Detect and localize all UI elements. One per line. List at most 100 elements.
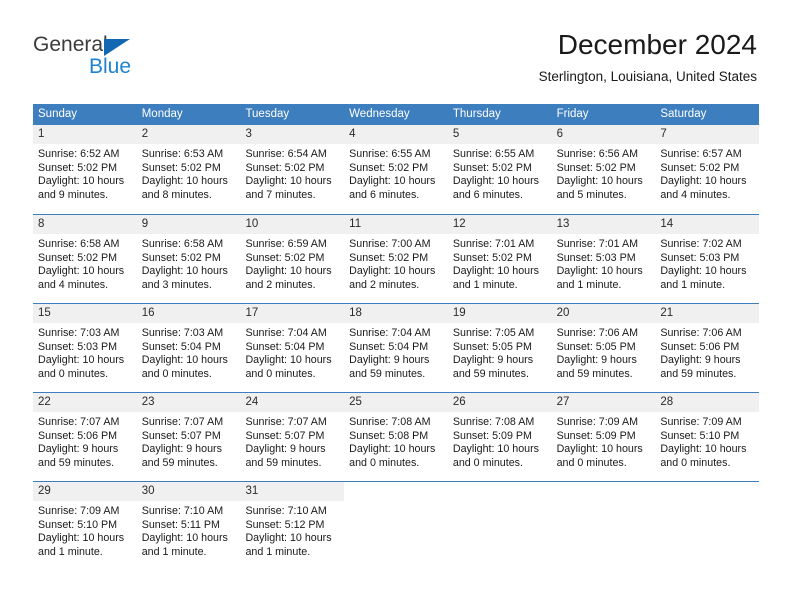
day-details: Sunrise: 7:06 AM Sunset: 5:06 PM Daylight:… <box>655 323 759 381</box>
calendar-day-cell[interactable]: 2 Sunrise: 6:53 AM Sunset: 5:02 PM Daylight… <box>136 125 241 214</box>
calendar-day-cell[interactable]: 27 Sunrise: 7:09 AM Sunset: 5:09 PM Dayligh… <box>551 393 656 481</box>
day-detail-line: Sunrise: 7:04 AM <box>245 327 327 339</box>
day-detail-line: and 59 minutes. <box>349 367 426 380</box>
day-detail-line: and 7 minutes. <box>245 188 316 201</box>
day-number: 27 <box>551 393 656 412</box>
weekday-header-friday: Friday <box>556 108 589 120</box>
day-details: Sunrise: 7:04 AM Sunset: 5:04 PM Daylight:… <box>240 323 344 381</box>
general-blue-logo[interactable]: General Blue <box>33 34 213 84</box>
weekday-header-thursday: Thursday <box>452 108 501 120</box>
calendar-day-cell[interactable]: 30 Sunrise: 7:10 AM Sunset: 5:11 PM Dayligh… <box>136 482 241 570</box>
calendar-week-row: 29 Sunrise: 7:09 AM Sunset: 5:10 PM Dayligh… <box>33 481 760 570</box>
day-detail-line: Sunset: 5:04 PM <box>245 340 325 353</box>
calendar-day-cell[interactable]: 28 Sunrise: 7:09 AM Sunset: 5:10 PM Dayligh… <box>655 393 760 481</box>
day-number: 23 <box>136 393 241 412</box>
day-detail-line: Sunrise: 7:06 AM <box>660 327 742 339</box>
day-detail-line: Sunset: 5:02 PM <box>245 251 325 264</box>
calendar-day-cell[interactable]: 13 Sunrise: 7:01 AM Sunset: 5:03 PM Dayligh… <box>551 215 656 303</box>
calendar-day-cell[interactable]: 6 Sunrise: 6:56 AM Sunset: 5:02 PM Daylight… <box>551 125 656 214</box>
day-detail-line: Sunrise: 7:09 AM <box>556 416 638 428</box>
calendar-day-cell[interactable]: 29 Sunrise: 7:09 AM Sunset: 5:10 PM Dayligh… <box>33 482 137 570</box>
day-detail-line: and 8 minutes. <box>141 188 212 201</box>
calendar-day-cell[interactable]: 26 Sunrise: 7:08 AM Sunset: 5:09 PM Dayligh… <box>447 393 552 481</box>
day-number: 12 <box>447 215 552 234</box>
day-detail-line: Daylight: 10 hours <box>556 443 643 456</box>
day-details: Sunrise: 7:10 AM Sunset: 5:11 PM Daylight:… <box>137 501 241 559</box>
day-detail-line: Sunset: 5:12 PM <box>245 518 325 531</box>
day-detail-line: Daylight: 9 hours <box>452 354 534 367</box>
day-detail-line: Sunset: 5:07 PM <box>141 429 221 442</box>
calendar-day-cell[interactable]: 19 Sunrise: 7:05 AM Sunset: 5:05 PM Dayligh… <box>447 304 552 392</box>
calendar-week-row: 8 Sunrise: 6:58 AM Sunset: 5:02 PM Daylight… <box>33 214 760 303</box>
calendar-day-cell[interactable]: 9 Sunrise: 6:58 AM Sunset: 5:02 PM Daylight… <box>136 215 241 303</box>
calendar-day-cell[interactable]: 11 Sunrise: 7:00 AM Sunset: 5:02 PM Dayligh… <box>344 215 448 303</box>
day-detail-line: Sunrise: 6:58 AM <box>141 238 224 250</box>
calendar-day-cell[interactable]: 31 Sunrise: 7:10 AM Sunset: 5:12 PM Dayligh… <box>240 482 345 570</box>
day-number: 2 <box>136 125 241 144</box>
calendar-day-cell[interactable]: 8 Sunrise: 6:58 AM Sunset: 5:02 PM Daylight… <box>33 215 137 303</box>
calendar-day-cell[interactable]: 7 Sunrise: 6:57 AM Sunset: 5:02 PM Daylight… <box>655 125 760 214</box>
calendar-page: General Blue December 2024 Sterlington, … <box>0 0 792 612</box>
page-header: General Blue December 2024 Sterlington, … <box>0 0 792 104</box>
day-detail-line: Sunset: 5:02 PM <box>141 161 221 174</box>
day-detail-line: Sunrise: 7:00 AM <box>349 238 431 250</box>
weekday-header-tuesday: Tuesday <box>245 108 290 120</box>
calendar-day-cell[interactable]: 16 Sunrise: 7:03 AM Sunset: 5:04 PM Dayligh… <box>136 304 241 392</box>
day-detail-line: Daylight: 10 hours <box>349 175 436 188</box>
day-detail-line: Sunset: 5:04 PM <box>141 340 221 353</box>
calendar-day-cell[interactable]: 21 Sunrise: 7:06 AM Sunset: 5:06 PM Dayligh… <box>655 304 760 392</box>
day-detail-line: Sunset: 5:05 PM <box>452 340 532 353</box>
calendar-day-cell-empty <box>447 482 552 570</box>
day-detail-line: Daylight: 9 hours <box>660 354 741 367</box>
day-details: Sunrise: 6:57 AM Sunset: 5:02 PM Daylight:… <box>655 144 759 202</box>
day-details: Sunrise: 7:01 AM Sunset: 5:02 PM Daylight:… <box>448 234 552 292</box>
day-number: 13 <box>551 215 656 234</box>
day-detail-line: Daylight: 10 hours <box>452 265 540 278</box>
calendar-day-cell[interactable]: 10 Sunrise: 6:59 AM Sunset: 5:02 PM Dayligh… <box>240 215 345 303</box>
day-number: 19 <box>447 304 552 323</box>
day-number: 15 <box>33 304 137 323</box>
calendar-day-cell[interactable]: 14 Sunrise: 7:02 AM Sunset: 5:03 PM Dayligh… <box>655 215 760 303</box>
day-detail-line: Daylight: 10 hours <box>556 265 643 278</box>
calendar-day-cell[interactable]: 15 Sunrise: 7:03 AM Sunset: 5:03 PM Dayligh… <box>33 304 137 392</box>
day-details: Sunrise: 7:07 AM Sunset: 5:07 PM Daylight:… <box>137 412 241 470</box>
day-detail-line: Daylight: 10 hours <box>245 354 332 367</box>
day-detail-line: Sunrise: 7:07 AM <box>141 416 224 428</box>
day-detail-line: Sunrise: 7:06 AM <box>556 327 638 339</box>
day-detail-line: Sunset: 5:02 PM <box>141 251 221 264</box>
logo-triangle-icon <box>104 39 130 56</box>
day-details: Sunrise: 7:09 AM Sunset: 5:10 PM Daylight:… <box>655 412 759 470</box>
calendar-day-cell[interactable]: 18 Sunrise: 7:04 AM Sunset: 5:04 PM Dayligh… <box>344 304 448 392</box>
day-detail-line: Daylight: 9 hours <box>349 354 430 367</box>
day-detail-line: Sunrise: 6:54 AM <box>245 148 327 160</box>
day-detail-line: and 59 minutes. <box>141 456 218 469</box>
day-detail-line: Sunset: 5:08 PM <box>349 429 429 442</box>
day-number: 18 <box>344 304 448 323</box>
calendar-day-cell[interactable]: 17 Sunrise: 7:04 AM Sunset: 5:04 PM Dayligh… <box>240 304 345 392</box>
day-detail-line: Sunrise: 6:52 AM <box>38 148 120 160</box>
day-number: 9 <box>136 215 241 234</box>
day-detail-line: and 59 minutes. <box>556 367 633 380</box>
day-detail-line: Sunset: 5:02 PM <box>38 251 118 264</box>
calendar-day-cell[interactable]: 23 Sunrise: 7:07 AM Sunset: 5:07 PM Dayligh… <box>136 393 241 481</box>
calendar-day-cell[interactable]: 22 Sunrise: 7:07 AM Sunset: 5:06 PM Dayligh… <box>33 393 137 481</box>
calendar-day-cell[interactable]: 4 Sunrise: 6:55 AM Sunset: 5:02 PM Daylight… <box>344 125 448 214</box>
day-detail-line: Sunset: 5:03 PM <box>556 251 636 264</box>
day-details: Sunrise: 6:55 AM Sunset: 5:02 PM Daylight:… <box>448 144 552 202</box>
day-details: Sunrise: 7:07 AM Sunset: 5:07 PM Daylight:… <box>240 412 344 470</box>
day-details: Sunrise: 7:08 AM Sunset: 5:09 PM Daylight:… <box>448 412 552 470</box>
calendar-day-cell[interactable]: 24 Sunrise: 7:07 AM Sunset: 5:07 PM Dayligh… <box>240 393 345 481</box>
calendar-day-cell[interactable]: 12 Sunrise: 7:01 AM Sunset: 5:02 PM Dayligh… <box>447 215 552 303</box>
day-number <box>447 482 552 501</box>
day-detail-line: Daylight: 10 hours <box>452 443 540 456</box>
day-detail-line: Daylight: 10 hours <box>660 175 747 188</box>
weekday-header-sunday: Sunday <box>38 108 78 120</box>
calendar-day-cell[interactable]: 20 Sunrise: 7:06 AM Sunset: 5:05 PM Dayligh… <box>551 304 656 392</box>
calendar-day-cell[interactable]: 25 Sunrise: 7:08 AM Sunset: 5:08 PM Dayligh… <box>344 393 448 481</box>
day-details: Sunrise: 6:58 AM Sunset: 5:02 PM Daylight:… <box>137 234 241 292</box>
calendar-day-cell[interactable]: 1 Sunrise: 6:52 AM Sunset: 5:02 PM Daylight… <box>33 125 137 214</box>
calendar-day-cell[interactable]: 3 Sunrise: 6:54 AM Sunset: 5:02 PM Daylight… <box>240 125 345 214</box>
day-detail-line: Sunrise: 7:07 AM <box>245 416 327 428</box>
calendar-day-cell[interactable]: 5 Sunrise: 6:55 AM Sunset: 5:02 PM Daylight… <box>447 125 552 214</box>
calendar-weeks: 1 Sunrise: 6:52 AM Sunset: 5:02 PM Daylight… <box>33 125 760 570</box>
